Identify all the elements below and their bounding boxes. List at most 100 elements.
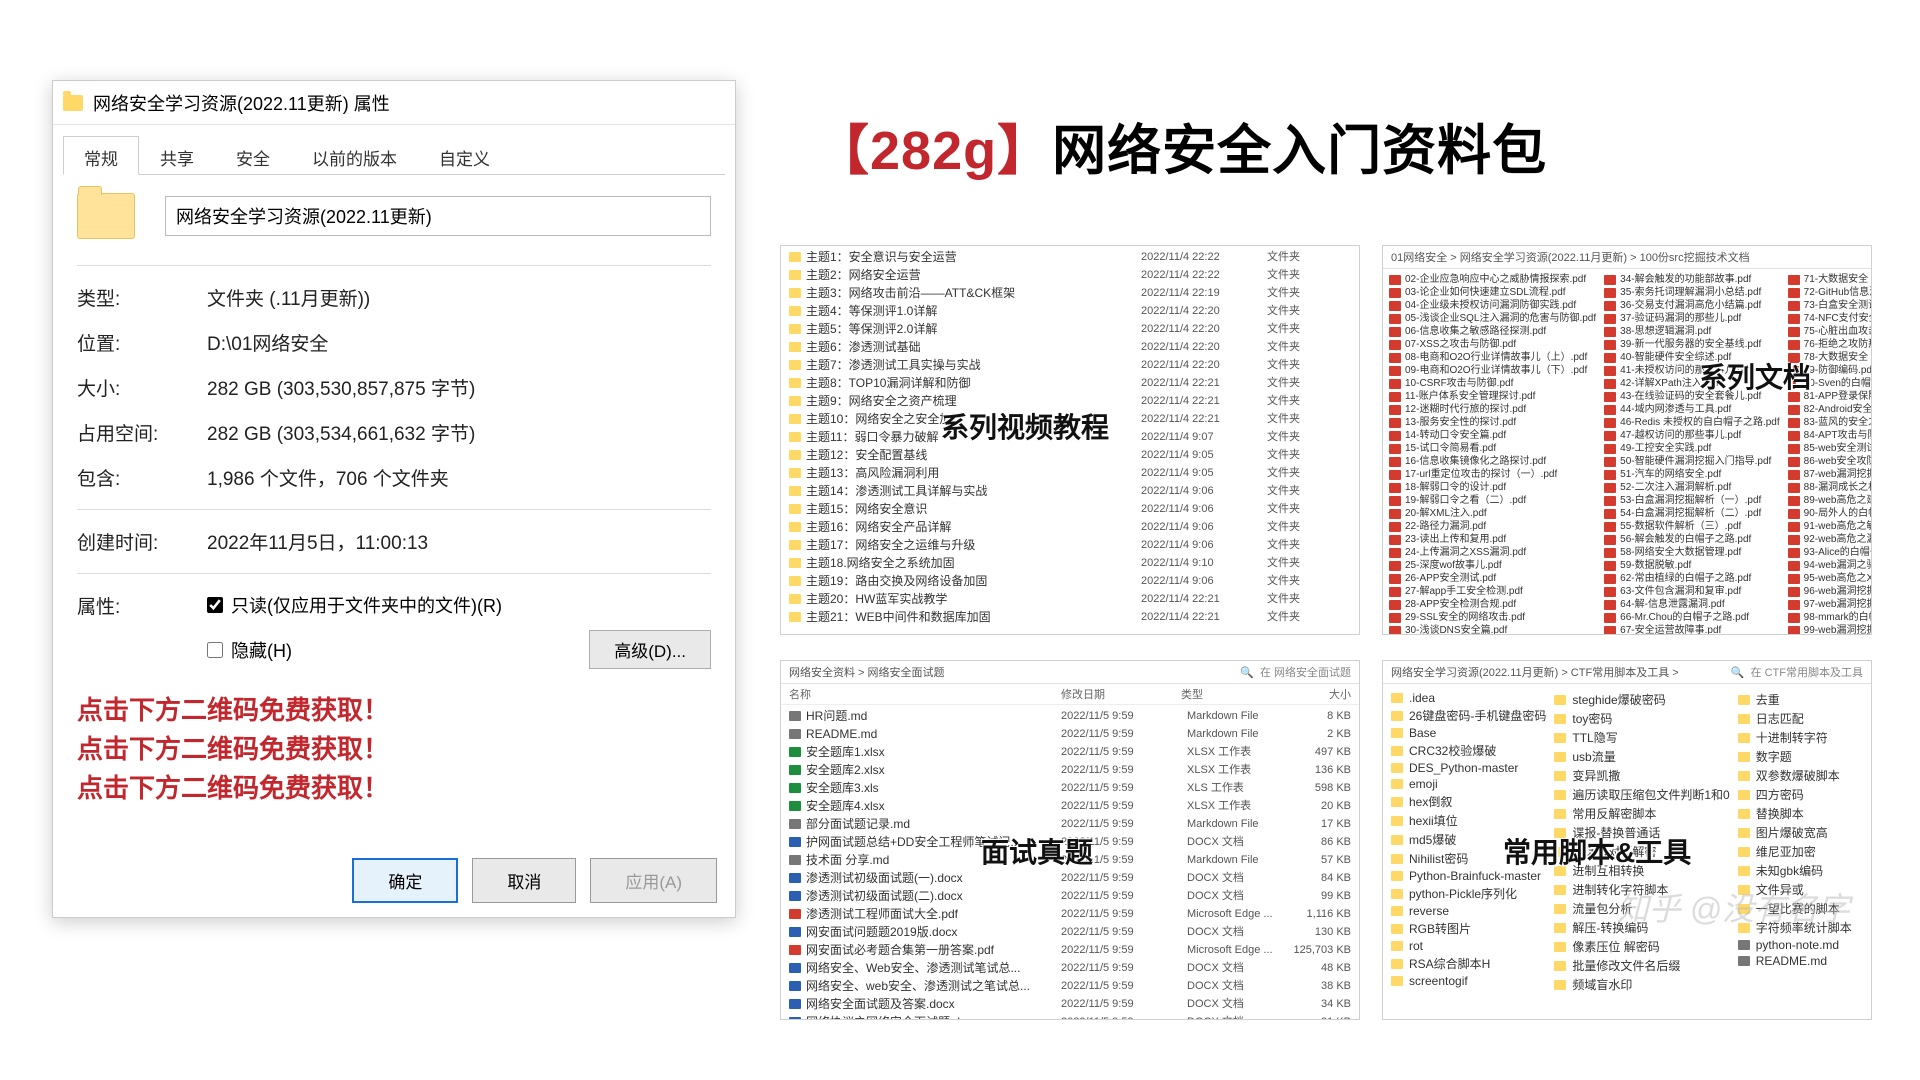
pdf-item[interactable]: 53-白盒漏洞挖掘解析（一）.pdf <box>1604 494 1779 507</box>
topic-row[interactable]: 主题14：渗透测试工具详解与实战2022/11/4 9:06文件夹 <box>781 482 1359 500</box>
tool-item[interactable]: .idea <box>1391 690 1546 706</box>
pdf-item[interactable]: 28-APP安全检测合规.pdf <box>1389 598 1596 611</box>
pdf-item[interactable]: 63-文件包含漏洞和复审.pdf <box>1604 585 1779 598</box>
pdf-item[interactable]: 64-解-信息泄露漏洞.pdf <box>1604 598 1779 611</box>
tool-item[interactable]: python-note.md <box>1738 937 1863 953</box>
topic-row[interactable]: 主题21：WEB中间件和数据库加固2022/11/4 22:21文件夹 <box>781 608 1359 626</box>
tool-item[interactable]: 未知gbk编码 <box>1738 861 1863 880</box>
topic-row[interactable]: 主题20：HW蓝军实战教学2022/11/4 22:21文件夹 <box>781 590 1359 608</box>
pdf-item[interactable]: 52-二次注入漏洞解析.pdf <box>1604 481 1779 494</box>
tool-item[interactable]: 频域盲水印 <box>1554 975 1729 994</box>
tools-breadcrumb-bar[interactable]: 网络安全学习资源(2022.11月更新) > CTF常用脚本及工具 > 🔍 在 … <box>1383 661 1871 684</box>
topic-row[interactable]: 主题3：网络攻击前沿——ATT&CK框架2022/11/4 22:19文件夹 <box>781 284 1359 302</box>
tool-item[interactable]: emoji <box>1391 776 1546 792</box>
topic-row[interactable]: 主题4：等保测评1.0详解2022/11/4 22:20文件夹 <box>781 302 1359 320</box>
tool-item[interactable]: toy密码 <box>1554 709 1729 728</box>
test-row[interactable]: 网安面试必考题合集第一册答案.pdf2022/11/5 9:59Microsof… <box>781 941 1359 959</box>
topic-row[interactable]: 主题2：网络安全运营2022/11/4 22:22文件夹 <box>781 266 1359 284</box>
pdf-item[interactable]: 08-电商和O2O行业详情故事儿（上）.pdf <box>1389 351 1596 364</box>
tab-custom[interactable]: 自定义 <box>418 136 511 175</box>
pdf-item[interactable]: 12-迷糊时代行旅的探讨.pdf <box>1389 403 1596 416</box>
pdf-item[interactable]: 58-网络安全大数据管理.pdf <box>1604 546 1779 559</box>
test-row[interactable]: 网络安全面试题及答案.docx2022/11/5 9:59DOCX 文档34 K… <box>781 995 1359 1013</box>
tool-item[interactable]: 遍历读取压缩包文件判断1和0 <box>1554 785 1729 804</box>
tool-item[interactable]: 日志匹配 <box>1738 709 1863 728</box>
topic-row[interactable]: 主题16：网络安全产品详解2022/11/4 9:06文件夹 <box>781 518 1359 536</box>
pdf-item[interactable]: 23-读出上传和复用.pdf <box>1389 533 1596 546</box>
pdf-item[interactable]: 35-索务托词理解漏洞小总结.pdf <box>1604 286 1779 299</box>
tool-item[interactable]: 批量修改文件名后缀 <box>1554 956 1729 975</box>
test-row[interactable]: 网络协议之网络安全面试题.docx2022/11/5 9:59DOCX 文档21… <box>781 1013 1359 1020</box>
test-row[interactable]: README.md2022/11/5 9:59Markdown File2 KB <box>781 725 1359 743</box>
tool-item[interactable]: 26键盘密码-手机键盘密码 <box>1391 706 1546 725</box>
pdf-item[interactable]: 05-浅谈企业SQL注入漏洞的危害与防御.pdf <box>1389 312 1596 325</box>
pdf-item[interactable]: 22-路径力漏洞.pdf <box>1389 520 1596 533</box>
pdf-item[interactable]: 74-NFC支付安全.pdf <box>1788 312 1872 325</box>
tool-item[interactable]: python-Pickle序列化 <box>1391 884 1546 903</box>
pdf-item[interactable]: 96-web漏洞挖掘之上传漏洞.pdf <box>1788 585 1872 598</box>
test-row[interactable]: 安全题库1.xlsx2022/11/5 9:59XLSX 工作表497 KB <box>781 743 1359 761</box>
col-name[interactable]: 名称 <box>789 686 1061 702</box>
pdf-item[interactable]: 07-XSS之攻击与防御.pdf <box>1389 338 1596 351</box>
topic-row[interactable]: 主题18.网络安全之系统加固2022/11/4 9:10文件夹 <box>781 554 1359 572</box>
tests-breadcrumb-bar[interactable]: 网络安全资料 > 网络安全面试题 🔍 在 网络安全面试题 <box>781 661 1359 684</box>
cancel-button[interactable]: 取消 <box>472 858 576 903</box>
pdf-item[interactable]: 73-白盒安全测试.pdf <box>1788 299 1872 312</box>
pdf-item[interactable]: 11-账户体系安全管理探讨.pdf <box>1389 390 1596 403</box>
pdf-item[interactable]: 25-深度wof故事儿.pdf <box>1389 559 1596 572</box>
tool-item[interactable]: RGB转图片 <box>1391 919 1546 938</box>
test-row[interactable]: HR问题.md2022/11/5 9:59Markdown File8 KB <box>781 707 1359 725</box>
pdf-item[interactable]: 86-web安全攻防之SQL注入.pdf <box>1788 455 1872 468</box>
pdf-item[interactable]: 24-上传漏洞之XSS漏洞.pdf <box>1389 546 1596 559</box>
topic-row[interactable]: 主题15：网络安全意识2022/11/4 9:06文件夹 <box>781 500 1359 518</box>
pdf-item[interactable]: 59-数据脱敏.pdf <box>1604 559 1779 572</box>
pdf-item[interactable]: 18-解弱口令的设计.pdf <box>1389 481 1596 494</box>
test-row[interactable]: 渗透测试初级面试题(一).docx2022/11/5 9:59DOCX 文档84… <box>781 869 1359 887</box>
hidden-checkbox[interactable] <box>207 642 223 658</box>
pdf-item[interactable]: 84-APT攻击与防御.pdf <box>1788 429 1872 442</box>
pdf-item[interactable]: 67-安全运营故障事.pdf <box>1604 624 1779 635</box>
tool-item[interactable]: 数字题 <box>1738 747 1863 766</box>
pdf-item[interactable]: 94-web漏洞之验权漏洞挖掘.pdf <box>1788 559 1872 572</box>
col-size[interactable]: 大小 <box>1291 686 1351 702</box>
pdf-item[interactable]: 44-域内网渗透与工具.pdf <box>1604 403 1779 416</box>
pdf-item[interactable]: 88-漏洞成长之机器信息收集.pdf <box>1788 481 1872 494</box>
test-row[interactable]: 安全题库4.xlsx2022/11/5 9:59XLSX 工作表20 KB <box>781 797 1359 815</box>
tests-search-placeholder[interactable]: 在 网络安全面试题 <box>1260 664 1351 680</box>
pdf-item[interactable]: 27-解app手工安全检测.pdf <box>1389 585 1596 598</box>
topic-row[interactable]: 主题5：等保测评2.0详解2022/11/4 22:20文件夹 <box>781 320 1359 338</box>
pdf-item[interactable]: 15-试口令简易看.pdf <box>1389 442 1596 455</box>
ok-button[interactable]: 确定 <box>352 858 458 903</box>
pdf-item[interactable]: 89-web高危之建端漏洞挖掘.pdf <box>1788 494 1872 507</box>
pdf-item[interactable]: 29-SSL安全的网络攻击.pdf <box>1389 611 1596 624</box>
tool-item[interactable]: TTL隐写 <box>1554 728 1729 747</box>
pdf-item[interactable]: 82-Android安全之APP检测.pdf <box>1788 403 1872 416</box>
pdf-item[interactable]: 62-常由植绿的白帽子之路.pdf <box>1604 572 1779 585</box>
pdf-item[interactable]: 55-数据软件解析（三）.pdf <box>1604 520 1779 533</box>
test-row[interactable]: 网络安全、Web安全、渗透测试笔试总...2022/11/5 9:59DOCX … <box>781 959 1359 977</box>
topic-row[interactable]: 主题7：渗透测试工具实操与实战2022/11/4 22:20文件夹 <box>781 356 1359 374</box>
pdf-item[interactable]: 02-企业应急响应中心之威胁情报探索.pdf <box>1389 273 1596 286</box>
pdf-item[interactable]: 06-信息收集之敏感路径探测.pdf <box>1389 325 1596 338</box>
pdf-item[interactable]: 36-交易支付漏洞高危小结篇.pdf <box>1604 299 1779 312</box>
tool-item[interactable]: steghide爆破密码 <box>1554 690 1729 709</box>
pdf-item[interactable]: 66-Mr.Chou的白帽子之路.pdf <box>1604 611 1779 624</box>
pdf-item[interactable]: 13-服务安全性的探讨.pdf <box>1389 416 1596 429</box>
tool-item[interactable]: 图片爆破宽高 <box>1738 823 1863 842</box>
pdf-item[interactable]: 38-思想逻辑漏洞.pdf <box>1604 325 1779 338</box>
tool-item[interactable]: 常用反解密脚本 <box>1554 804 1729 823</box>
pdf-item[interactable]: 51-汽车的网络安全.pdf <box>1604 468 1779 481</box>
tab-general[interactable]: 常规 <box>63 136 139 175</box>
tool-item[interactable]: 变异凯撒 <box>1554 766 1729 785</box>
pdf-item[interactable]: 14-转动口令安全篇.pdf <box>1389 429 1596 442</box>
pdf-item[interactable]: 16-信息收集镜像化之路探讨.pdf <box>1389 455 1596 468</box>
pdf-item[interactable]: 37-验证码漏洞的那些儿.pdf <box>1604 312 1779 325</box>
tool-item[interactable]: RSA综合脚本H <box>1391 954 1546 973</box>
col-type[interactable]: 类型 <box>1181 686 1291 702</box>
tool-item[interactable]: rot <box>1391 938 1546 954</box>
test-row[interactable]: 网安面试问题题2019版.docx2022/11/5 9:59DOCX 文档13… <box>781 923 1359 941</box>
readonly-checkbox[interactable] <box>207 597 223 613</box>
tool-item[interactable]: CRC32校验爆破 <box>1391 741 1546 760</box>
pdf-item[interactable]: 34-解会触发的功能部故事.pdf <box>1604 273 1779 286</box>
test-row[interactable]: 渗透测试工程师面试大全.pdf2022/11/5 9:59Microsoft E… <box>781 905 1359 923</box>
